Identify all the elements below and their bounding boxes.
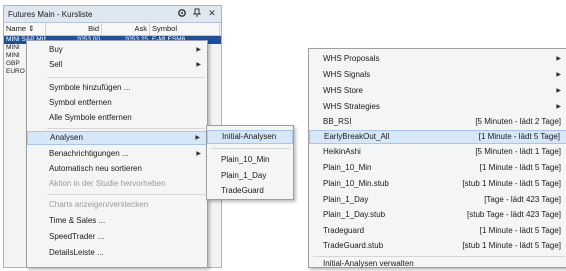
menu-item-whs-store[interactable]: WHS Store ▶ [309,84,566,98]
menu-item-whs-signals[interactable]: WHS Signals ▶ [309,68,566,82]
menu-item-add-symbols[interactable]: Symbole hinzufügen ... [27,81,207,95]
menu-item-tradeguard[interactable]: TradeGuard [207,184,293,198]
menu-separator [47,77,205,78]
futures-window-title: Futures Main - Kursliste [8,9,93,19]
submenu-arrow-icon: ▶ [556,104,561,110]
menu-separator [47,194,205,195]
submenu-arrow-icon: ▶ [196,47,201,53]
menu-item-plain-10-min[interactable]: Plain_10_Min [1 Minute - lädt 5 Tage] [309,161,566,175]
menu-item-plain-10-min[interactable]: Plain_10_Min [207,153,293,167]
menu-item-earlybreakout-all[interactable]: EarlyBreakOut_All [1 Minute - lädt 5 Tage… [309,130,566,144]
submenu-arrow-icon: ▶ [556,88,561,94]
column-header-name[interactable]: Name ⇕ [4,23,46,35]
menu-item-tradeguard[interactable]: Tradeguard [1 Minute - lädt 5 Tage] [309,224,566,238]
analysen-submenu: Initial-Analysen Plain_10_Min Plain_1_Da… [206,125,294,200]
menu-item-bb-rsi[interactable]: BB_RSI [5 Minuten - lädt 2 Tage] [309,115,566,129]
close-icon[interactable]: ✕ [207,8,217,18]
sort-icon: ⇕ [28,24,35,33]
futures-window-titlebar: Futures Main - Kursliste ✕ [4,6,221,23]
submenu-arrow-icon: ▶ [556,56,561,62]
settings-icon[interactable] [177,8,187,18]
menu-item-sell[interactable]: Sell ▶ [27,58,207,72]
pin-icon[interactable] [192,8,202,18]
menu-item-toggle-charts[interactable]: Charts anzeigen/verstecken [27,198,207,212]
column-header-ask[interactable]: Ask [102,23,150,35]
column-header-symbol[interactable]: Symbol [150,23,220,35]
menu-item-whs-strategies[interactable]: WHS Strategies ▶ [309,100,566,114]
menu-item-remove-symbol[interactable]: Symbol entfernen [27,96,207,110]
column-header-bid[interactable]: Bid [46,23,102,35]
menu-item-buy[interactable]: Buy ▶ [27,43,207,57]
menu-item-auto-sort[interactable]: Automatisch neu sortieren [27,162,207,176]
menu-separator [47,128,205,129]
menu-item-speedtrader[interactable]: SpeedTrader ... [27,230,207,244]
grid-header: Name ⇕ Bid Ask Symbol [4,23,221,36]
menu-item-plain-10-min-stub[interactable]: Plain_10_Min.stub [stub 1 Minute - lädt 5… [309,177,566,191]
submenu-arrow-icon: ▶ [195,135,200,141]
menu-item-manage-initial-analysen[interactable]: Initial-Analysen verwalten [309,257,566,271]
menu-item-remove-all-symbols[interactable]: Alle Symbole entfernen [27,111,207,125]
menu-item-highlight-action[interactable]: Aktion in der Studie hervorheben [27,177,207,191]
submenu-arrow-icon: ▶ [196,151,201,157]
initial-analysen-submenu: WHS Proposals ▶ WHS Signals ▶ WHS Store ▶ W… [308,48,566,268]
menu-item-initial-analysen[interactable]: Initial-Analysen [207,130,293,144]
submenu-arrow-icon: ▶ [196,62,201,68]
menu-item-tradeguard-stub[interactable]: TradeGuard.stub [stub 1 Minute - lädt 5 T… [309,239,566,253]
menu-item-plain-1-day-stub[interactable]: Plain_1_Day.stub [stub Tage - lädt 423 Ta… [309,208,566,222]
menu-item-analysen[interactable]: Analysen ▶ [27,131,207,145]
menu-item-notifications[interactable]: Benachrichtigungen ... ▶ [27,147,207,161]
menu-item-whs-proposals[interactable]: WHS Proposals ▶ [309,52,566,66]
menu-item-heikinashi[interactable]: HeikinAshi [5 Minuten - lädt 1 Tage] [309,145,566,159]
menu-separator [211,148,291,149]
menu-item-detailsleiste[interactable]: DetailsLeiste ... [27,246,207,260]
menu-item-time-sales[interactable]: Time & Sales ... [27,214,207,228]
menu-item-plain-1-day[interactable]: Plain_1_Day [207,169,293,183]
submenu-arrow-icon: ▶ [556,72,561,78]
context-menu: Buy ▶ Sell ▶ Symbole hinzufügen ... Symbol… [26,40,208,268]
menu-item-plain-1-day[interactable]: Plain_1_Day [Tage - lädt 423 Tage] [309,193,566,207]
